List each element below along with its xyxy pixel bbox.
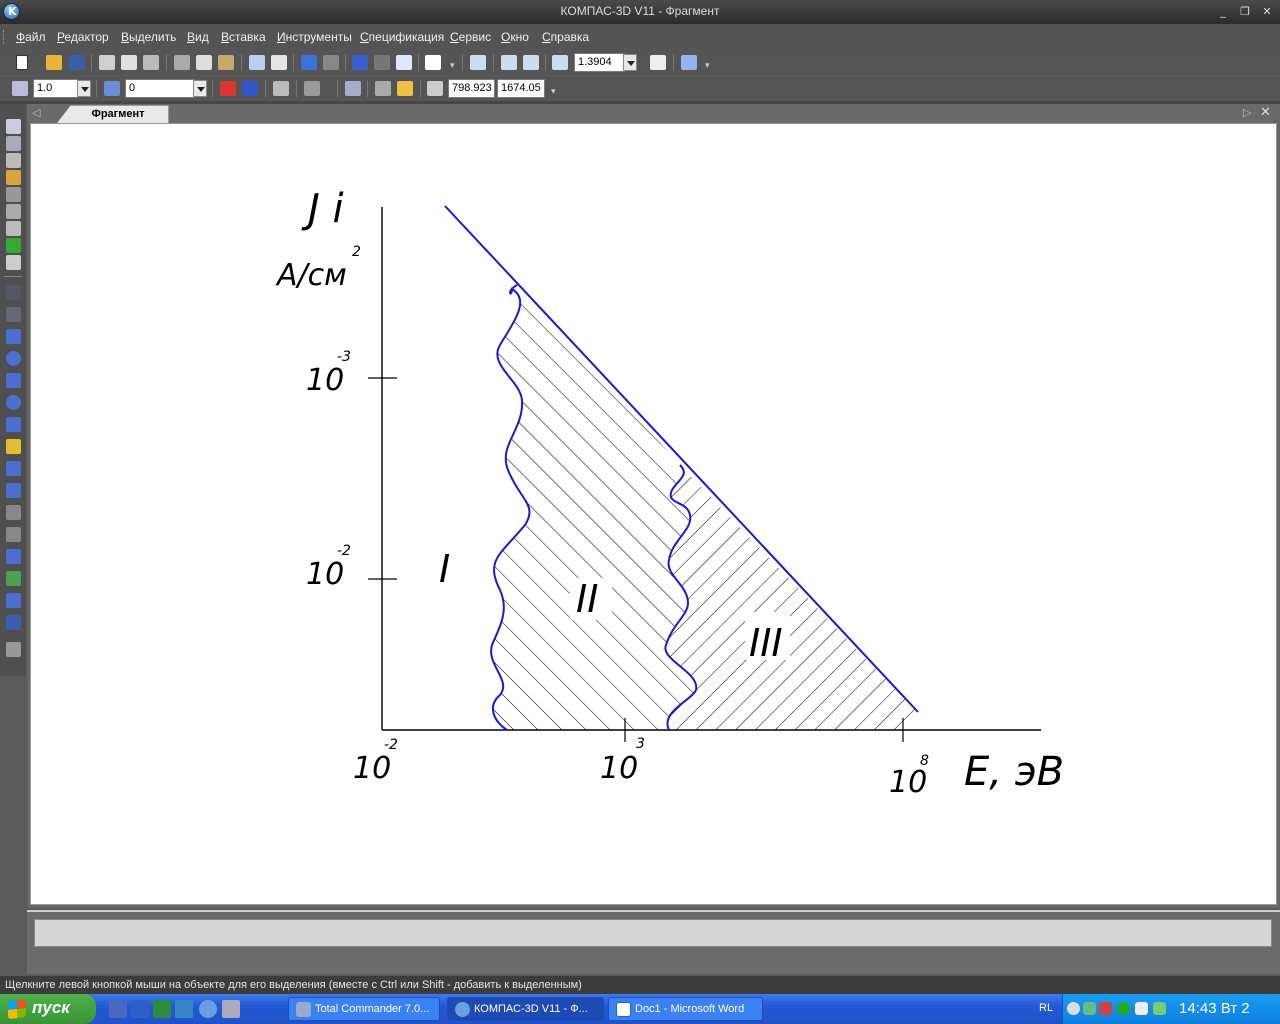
task-label: КОМПАС-3D V11 - Ф...	[474, 1003, 588, 1015]
quicklaunch-icon[interactable]	[109, 1000, 127, 1018]
x-tick-label-exponent: 3	[636, 736, 645, 752]
tray-app-icon[interactable]	[1099, 1002, 1112, 1015]
total-commander-icon	[296, 1002, 311, 1017]
region-ii-label: II	[576, 577, 598, 621]
taskbar: пуск Total Commander 7.0... КОМПАС-3D V1…	[0, 994, 1280, 1024]
system-tray: 14:43 Вт 2	[1062, 994, 1280, 1024]
task-label: Total Commander 7.0...	[315, 1003, 430, 1015]
task-total-commander[interactable]: Total Commander 7.0...	[288, 997, 440, 1021]
tray-app-icon[interactable]	[1135, 1002, 1148, 1015]
network-icon[interactable]	[1083, 1002, 1096, 1015]
region-iii-hatch	[665, 465, 917, 730]
safely-remove-icon[interactable]	[1153, 1002, 1166, 1015]
status-bar: Щелкните левой кнопкой мыши на объекте д…	[0, 976, 1280, 994]
start-button[interactable]: пуск	[0, 994, 96, 1024]
properties-panel	[27, 910, 1280, 974]
kompas-task-icon	[455, 1002, 470, 1017]
y-unit-exponent: 2	[352, 244, 361, 260]
word-quicklaunch-icon[interactable]	[131, 1000, 149, 1018]
y-tick-label-base: 10	[306, 557, 344, 592]
publisher-quicklaunch-icon[interactable]	[175, 1000, 193, 1018]
x-axis-label: E, эВ	[964, 749, 1064, 795]
windows-logo-icon	[8, 999, 26, 1019]
kompas-quicklaunch-icon[interactable]	[199, 1000, 217, 1018]
x-tick-label-exponent: -2	[384, 737, 398, 753]
region-i-label: I	[439, 547, 450, 591]
task-kompas[interactable]: КОМПАС-3D V11 - Ф...	[447, 997, 604, 1021]
language-indicator[interactable]: RL	[1039, 1002, 1053, 1014]
y-axis-label: J i	[301, 186, 344, 232]
x-tick-label-base: 10	[353, 751, 391, 786]
y-tick-label-exponent: -3	[337, 349, 351, 365]
calc-quicklaunch-icon[interactable]	[222, 1000, 240, 1018]
start-label: пуск	[32, 998, 70, 1017]
antivirus-icon[interactable]	[1117, 1002, 1130, 1015]
y-tick-label-exponent: -2	[337, 543, 351, 559]
task-label: Doc1 - Microsoft Word	[635, 1003, 745, 1015]
clock[interactable]: 14:43 Вт 2	[1179, 1000, 1250, 1017]
task-word[interactable]: Doc1 - Microsoft Word	[608, 997, 763, 1021]
properties-panel-body	[34, 919, 1272, 947]
y-tick-label-base: 10	[306, 363, 344, 398]
word-task-icon	[616, 1002, 631, 1017]
region-ii-hatch	[491, 285, 697, 730]
region-iii-label: III	[749, 621, 783, 665]
drawing-svg: J i A/см 2 10 -3 10 -2 10 -2 10 3 10 8 E…	[275, 186, 1064, 800]
x-tick-label-base: 10	[889, 765, 927, 800]
x-tick-label-exponent: 8	[920, 753, 929, 769]
tray-expand-icon[interactable]	[1067, 1002, 1080, 1015]
excel-quicklaunch-icon[interactable]	[153, 1000, 171, 1018]
x-tick-label-base: 10	[600, 751, 638, 786]
y-unit-label: A/см	[275, 258, 347, 293]
